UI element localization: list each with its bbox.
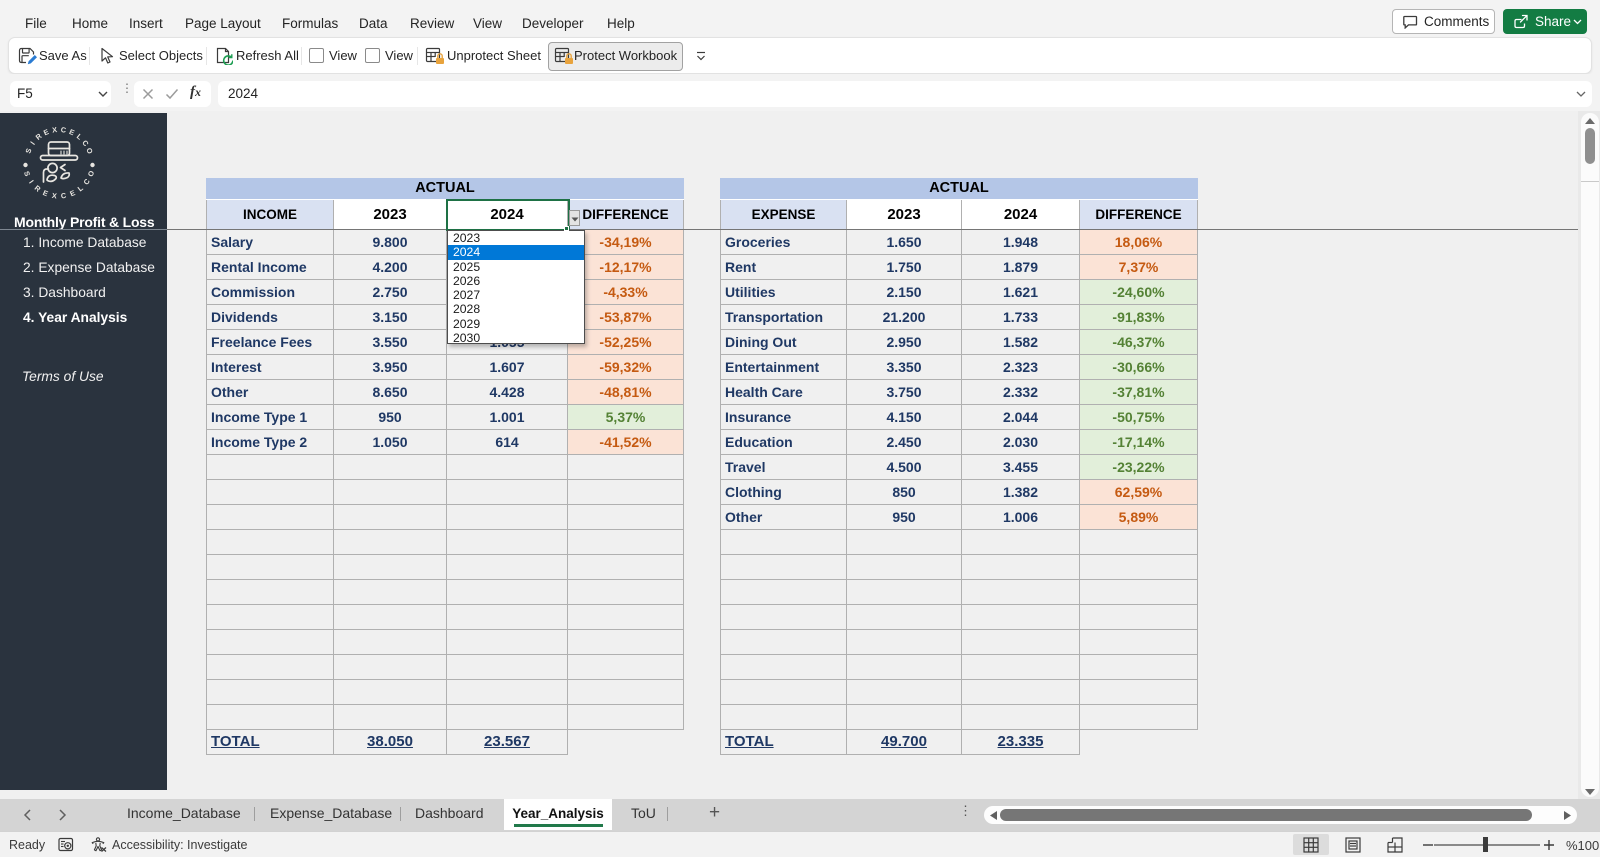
svg-text:X: X: [52, 125, 58, 135]
svg-text:E: E: [42, 127, 50, 137]
svg-text:R: R: [33, 183, 43, 194]
svg-text:I: I: [27, 178, 36, 185]
svg-text:E: E: [68, 188, 76, 198]
svg-text:C: C: [60, 191, 67, 201]
svg-text:I: I: [28, 140, 37, 147]
svg-text:S: S: [22, 170, 32, 178]
svg-text:O: O: [86, 169, 97, 178]
svg-text:C: C: [81, 176, 92, 186]
svg-text:L: L: [76, 183, 86, 193]
svg-text:X: X: [51, 191, 57, 201]
svg-text:L: L: [75, 132, 85, 142]
svg-text:S: S: [23, 147, 33, 155]
svg-text:R: R: [34, 131, 44, 142]
svg-text:C: C: [60, 125, 67, 135]
svg-text:E: E: [68, 127, 76, 137]
svg-text:O: O: [84, 147, 95, 156]
svg-text:E: E: [41, 188, 49, 198]
